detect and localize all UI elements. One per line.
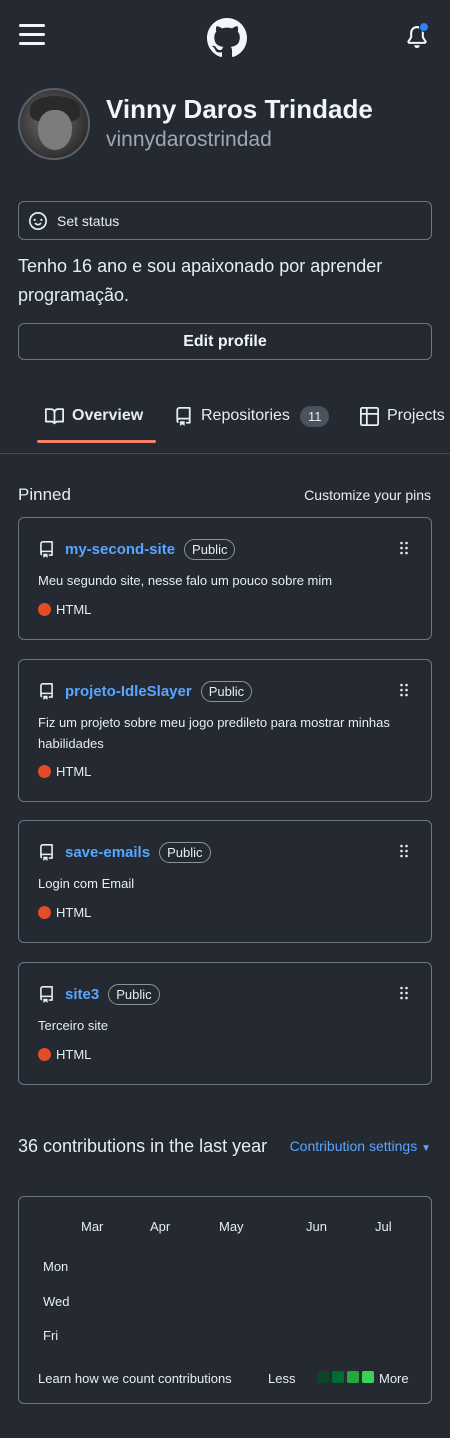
legend-swatch xyxy=(347,1371,359,1383)
set-status-label: Set status xyxy=(57,212,120,229)
tab-projects-label: Projects xyxy=(387,407,445,424)
notification-indicator xyxy=(419,22,429,32)
month-label: Jun xyxy=(306,1219,327,1234)
pinned-repo-name[interactable]: projeto-IdleSlayer xyxy=(65,683,192,700)
pinned-repo-name[interactable]: save-emails xyxy=(65,844,150,861)
month-label: Apr xyxy=(150,1219,171,1234)
day-label: Mon xyxy=(43,1259,69,1274)
tab-overview[interactable]: Overview xyxy=(45,392,143,440)
pinned-repo-description: Login com Email xyxy=(38,876,135,891)
language-label: HTML xyxy=(56,1047,92,1062)
language-color-dot xyxy=(38,603,51,616)
pinned-repo-card: projeto-IdleSlayer Public Fiz um projeto… xyxy=(18,659,432,802)
profile-bio: Tenho 16 ano e sou apaixonado por aprend… xyxy=(18,256,383,305)
set-status-button[interactable]: Set status xyxy=(18,201,432,240)
pinned-repo-description: Terceiro site xyxy=(38,1018,109,1033)
contribution-settings-label: Contribution settings xyxy=(289,1138,418,1154)
contributions-title: 36 contributions in the last year xyxy=(18,1136,268,1156)
repo-icon xyxy=(40,541,53,558)
repo-icon xyxy=(40,986,53,1003)
pinned-repo-card: site3 Public Terceiro site HTML xyxy=(18,962,432,1085)
edit-profile-button[interactable]: Edit profile xyxy=(18,323,432,360)
legend-less-label: Less xyxy=(268,1371,296,1386)
pinned-repo-language: HTML xyxy=(38,905,91,920)
pinned-repo-card: save-emails Public Login com Email HTML xyxy=(18,820,432,943)
tab-repositories-label: Repositories xyxy=(201,407,290,424)
contribution-graph: Mar Apr May Jun Jul Mon Wed Fri Learn ho… xyxy=(18,1196,432,1404)
visibility-badge: Public xyxy=(184,539,236,560)
pinned-repo-description: Meu segundo site, nesse falo um pouco so… xyxy=(38,573,333,588)
pinned-repo-card: my-second-site Public Meu segundo site, … xyxy=(18,517,432,640)
pinned-repo-description: Fiz um projeto sobre meu jogo predileto … xyxy=(38,715,390,751)
drag-grip-icon[interactable] xyxy=(399,986,409,1000)
visibility-badge: Public xyxy=(159,842,211,863)
github-logo-icon[interactable] xyxy=(207,18,247,58)
learn-contributions-link[interactable]: Learn how we count contributions xyxy=(38,1371,232,1386)
language-color-dot xyxy=(38,1048,51,1061)
pinned-repo-name[interactable]: my-second-site xyxy=(65,541,175,558)
top-bar xyxy=(0,0,450,78)
language-color-dot xyxy=(38,765,51,778)
day-label: Wed xyxy=(43,1294,70,1309)
drag-grip-icon[interactable] xyxy=(399,844,409,858)
month-label: Mar xyxy=(81,1219,104,1234)
language-label: HTML xyxy=(56,905,92,920)
day-label: Fri xyxy=(43,1328,59,1343)
language-label: HTML xyxy=(56,764,92,779)
tab-overview-label: Overview xyxy=(72,407,144,424)
profile-tabs: Overview Repositories 11 Projects xyxy=(0,392,450,454)
notifications-button[interactable] xyxy=(406,22,432,50)
legend-swatch xyxy=(332,1371,344,1383)
pinned-section-title: Pinned xyxy=(18,485,71,504)
hamburger-menu-icon[interactable] xyxy=(19,24,45,46)
repo-icon xyxy=(176,406,191,426)
pinned-repo-language: HTML xyxy=(38,764,91,779)
language-label: HTML xyxy=(56,602,92,617)
table-icon xyxy=(360,406,379,426)
pinned-repo-language: HTML xyxy=(38,602,91,617)
pinned-repo-language: HTML xyxy=(38,1047,91,1062)
visibility-badge: Public xyxy=(108,984,160,1005)
language-color-dot xyxy=(38,906,51,919)
repositories-count-badge: 11 xyxy=(299,405,330,427)
customize-pins-link[interactable]: Customize your pins xyxy=(304,487,431,503)
pinned-repo-name[interactable]: site3 xyxy=(65,986,99,1003)
tab-projects[interactable]: Projects xyxy=(360,392,445,440)
legend-swatch xyxy=(362,1371,374,1383)
contribution-settings-dropdown[interactable]: Contribution settings ▼ xyxy=(290,1138,431,1154)
book-icon xyxy=(45,407,64,424)
triangle-down-icon: ▼ xyxy=(421,1143,431,1154)
legend-more-label: More xyxy=(379,1371,409,1386)
profile-display-name: Vinny Daros Trindade xyxy=(106,94,373,124)
repo-icon xyxy=(40,683,53,700)
month-label: May xyxy=(219,1219,244,1234)
tab-repositories[interactable]: Repositories 11 xyxy=(174,392,330,440)
drag-grip-icon[interactable] xyxy=(399,541,409,555)
month-label: Jul xyxy=(375,1219,392,1234)
smiley-icon xyxy=(29,211,47,230)
profile-username: vinnydarostrindad xyxy=(106,128,272,151)
avatar[interactable] xyxy=(18,88,90,160)
visibility-badge: Public xyxy=(200,681,253,702)
drag-grip-icon[interactable] xyxy=(399,683,409,697)
repo-icon xyxy=(40,844,53,861)
tab-selected-underline xyxy=(37,440,156,443)
legend-swatch xyxy=(317,1371,329,1383)
